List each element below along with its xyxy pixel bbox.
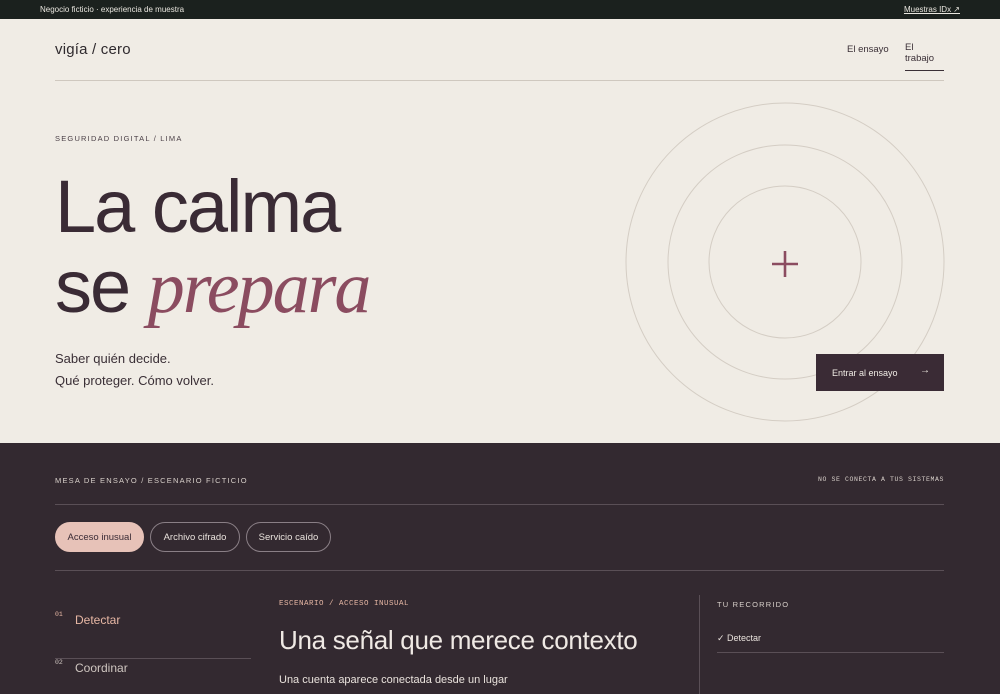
step-label: Coordinar: [75, 661, 128, 675]
divider: [55, 570, 944, 571]
hero-title-line1: La calma: [55, 165, 341, 248]
hero-eyebrow: SEGURIDAD DIGITAL / LIMA: [55, 134, 183, 143]
scenario-body: Una cuenta aparece conectada desde un lu…: [279, 674, 508, 686]
top-notice-bar: Negocio ficticio · experiencia de muestr…: [0, 0, 1000, 19]
notice-text: Negocio ficticio · experiencia de muestr…: [40, 5, 185, 14]
scenario-title: Una señal que merece contexto: [279, 625, 638, 655]
scenario-tag: ESCENARIO / ACCESO INUSUAL: [279, 600, 410, 608]
hero-title-plain: se: [55, 245, 148, 328]
samples-link[interactable]: Muestras IDx ↗: [904, 5, 960, 14]
step-label: Detectar: [75, 613, 121, 627]
column-divider: [699, 595, 700, 694]
brand-logo[interactable]: vigía / cero: [55, 41, 131, 58]
arrow-right-icon: →: [920, 365, 930, 376]
board-eyebrow: MESA DE ENSAYO / ESCENARIO FICTICIO: [55, 476, 248, 485]
route-title: TU RECORRIDO: [717, 600, 790, 609]
plus-icon: [772, 251, 798, 277]
trial-board-section: MESA DE ENSAYO / ESCENARIO FICTICIO NO S…: [0, 443, 1000, 694]
step-coordinar[interactable]: 02 Coordinar: [55, 659, 251, 694]
enter-trial-label: Entrar al ensayo: [832, 367, 898, 378]
site-header: vigía / cero El ensayo El trabajo: [55, 19, 944, 81]
hero-subtitle-line2: Qué proteger. Cómo volver.: [55, 373, 214, 388]
hero-title-accent: prepara: [147, 247, 372, 329]
step-number: 01: [55, 611, 63, 618]
enter-trial-button[interactable]: Entrar al ensayo →: [816, 354, 944, 391]
tab-acceso-inusual[interactable]: Acceso inusual: [55, 522, 144, 552]
nav-link-ensayo[interactable]: El ensayo: [847, 44, 889, 55]
hero-subtitle-line1: Saber quién decide.: [55, 351, 171, 366]
route-item-detectar: ✓ Detectar: [717, 633, 944, 653]
tab-servicio-caido[interactable]: Servicio caído: [246, 522, 331, 552]
board-disclaimer: NO SE CONECTA A TUS SISTEMAS: [817, 476, 944, 483]
nav-link-trabajo[interactable]: El trabajo: [905, 42, 944, 71]
hero-title-line2: se prepara: [55, 250, 371, 326]
step-detectar[interactable]: 01 Detectar: [55, 611, 251, 659]
step-number: 02: [55, 659, 63, 666]
divider: [55, 504, 944, 505]
tab-archivo-cifrado[interactable]: Archivo cifrado: [150, 522, 240, 552]
